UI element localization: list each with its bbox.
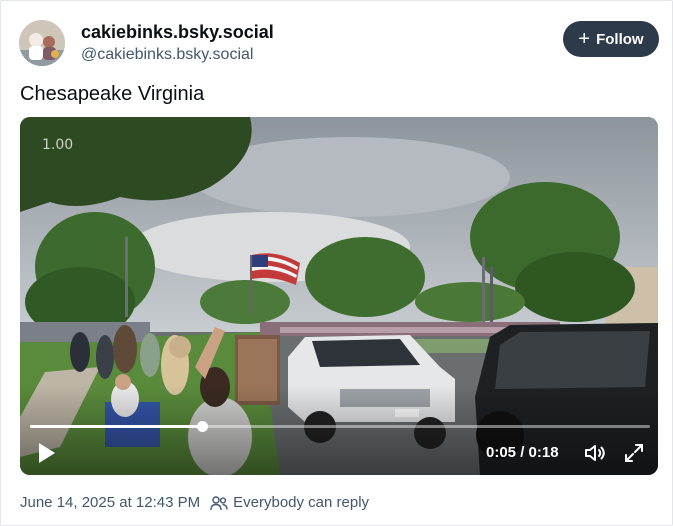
video-time: 0:05 / 0:18 [486,444,559,461]
post-card: cakiebinks.bsky.social @cakiebinks.bsky.… [0,0,673,526]
post-text: Chesapeake Virginia [20,83,205,105]
post-meta: June 14, 2025 at 12:43 PM Everybody can … [20,494,369,511]
follow-button[interactable]: + Follow [563,21,659,57]
play-button[interactable] [36,441,58,465]
volume-icon [585,445,605,461]
fullscreen-icon [625,444,643,462]
fullscreen-button[interactable] [623,442,645,464]
author-display-name[interactable]: cakiebinks.bsky.social [81,22,274,43]
video-seek-progress [30,425,203,428]
playback-rate-label: 1.00 [42,137,74,153]
author-avatar[interactable] [19,20,65,66]
volume-button[interactable] [583,441,607,465]
author-handle[interactable]: @cakiebinks.bsky.social [81,46,253,64]
video-player[interactable]: 1.00 0:05 / 0:18 [20,117,658,475]
play-icon [39,443,55,463]
people-icon [210,495,228,510]
video-frame [20,117,658,475]
reply-setting: Everybody can reply [233,494,370,511]
post-timestamp[interactable]: June 14, 2025 at 12:43 PM [20,494,200,511]
follow-button-label: Follow [596,30,644,48]
video-seek-bar[interactable] [30,421,650,432]
plus-icon: + [578,28,591,50]
